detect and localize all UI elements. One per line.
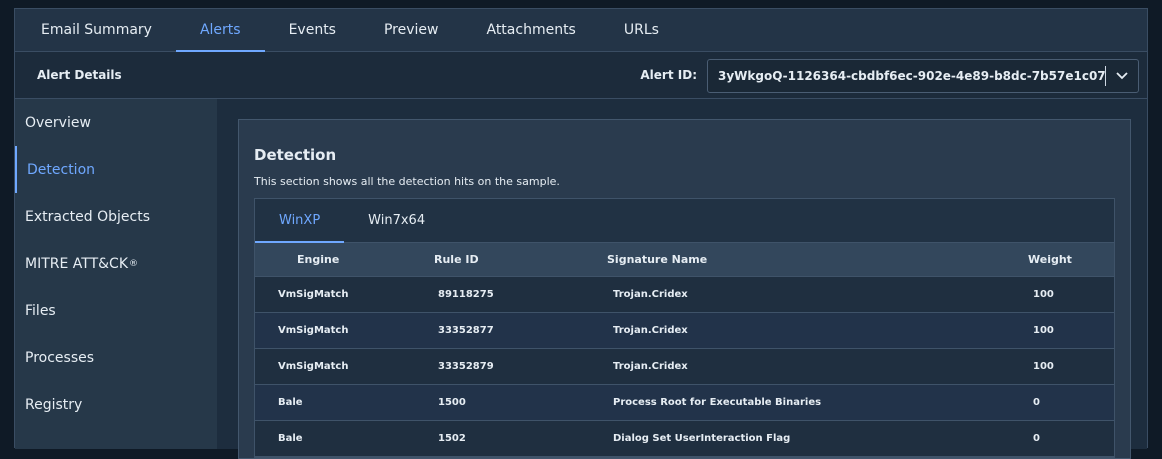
detection-table: Engine Rule ID Signature Name Weight VmS…: [255, 243, 1114, 457]
cell-weight: 100: [1027, 348, 1114, 385]
top-tabs: Email Summary Alerts Events Preview Atta…: [15, 9, 1147, 52]
table-row[interactable]: Bale 1502 Dialog Set UserInteraction Fla…: [255, 420, 1114, 457]
sidebar-item-files[interactable]: Files: [15, 287, 217, 334]
cell-rule-id: 33352879: [428, 348, 599, 385]
sidebar-item-registry[interactable]: Registry: [15, 381, 217, 428]
cell-signature-name: Trojan.Cridex: [599, 312, 1027, 349]
tab-preview[interactable]: Preview: [360, 9, 463, 51]
tab-urls[interactable]: URLs: [600, 9, 683, 51]
alert-id-label: Alert ID:: [640, 68, 697, 82]
sidebar-item-overview[interactable]: Overview: [15, 99, 217, 146]
chevron-down-icon[interactable]: [1106, 72, 1138, 80]
sidebar-item-detection[interactable]: Detection: [15, 146, 217, 193]
tab-email-summary[interactable]: Email Summary: [17, 9, 176, 51]
sidebar-item-label: Detection: [27, 161, 96, 178]
sidebar-item-mitre-attack[interactable]: MITRE ATT&CK ®: [15, 240, 217, 287]
tab-winxp[interactable]: WinXP: [255, 199, 345, 243]
detection-results: WinXP Win7x64 Engine Rule ID Signature N…: [254, 198, 1115, 458]
cell-signature-name: Dialog Set UserInteraction Flag: [599, 420, 1027, 457]
alert-id-value: 3yWkgoQ-1126364-cbdbf6ec-902e-4e89-b8dc-…: [718, 69, 1105, 83]
cell-engine: Bale: [255, 384, 428, 421]
table-row[interactable]: VmSigMatch 33352879 Trojan.Cridex 100: [255, 348, 1114, 385]
cell-rule-id: 1500: [428, 384, 599, 421]
registered-mark: ®: [129, 258, 139, 269]
sidebar: Overview Detection Extracted Objects MIT…: [15, 99, 217, 449]
cell-weight: 0: [1027, 384, 1114, 421]
cell-signature-name: Trojan.Cridex: [599, 348, 1027, 385]
sidebar-item-label: Extracted Objects: [25, 208, 150, 225]
cell-rule-id: 33352877: [428, 312, 599, 349]
tab-events[interactable]: Events: [265, 9, 360, 51]
cell-signature-name: Trojan.Cridex: [599, 276, 1027, 313]
cell-engine: VmSigMatch: [255, 312, 428, 349]
cell-rule-id: 1502: [428, 420, 599, 457]
panel-description: This section shows all the detection hit…: [254, 175, 560, 188]
cell-engine: Bale: [255, 420, 428, 457]
alert-id-select[interactable]: 3yWkgoQ-1126364-cbdbf6ec-902e-4e89-b8dc-…: [707, 59, 1139, 93]
cell-weight: 100: [1027, 276, 1114, 313]
cell-engine: VmSigMatch: [255, 276, 428, 313]
sidebar-item-extracted-objects[interactable]: Extracted Objects: [15, 193, 217, 240]
cell-weight: 100: [1027, 312, 1114, 349]
sidebar-item-label: Files: [25, 302, 56, 319]
detection-panel: Detection This section shows all the det…: [238, 119, 1131, 459]
column-header-engine[interactable]: Engine: [255, 243, 428, 277]
cell-engine: VmSigMatch: [255, 348, 428, 385]
sidebar-item-label: Registry: [25, 396, 83, 413]
column-header-weight[interactable]: Weight: [1027, 243, 1114, 277]
sidebar-item-label: MITRE ATT&CK: [25, 255, 129, 272]
sidebar-item-label: Processes: [25, 349, 95, 366]
tab-attachments[interactable]: Attachments: [462, 9, 599, 51]
sidebar-item-label: Overview: [25, 114, 91, 131]
tab-alerts[interactable]: Alerts: [175, 9, 265, 52]
table-row[interactable]: Bale 1500 Process Root for Executable Bi…: [255, 384, 1114, 421]
table-row[interactable]: VmSigMatch 89118275 Trojan.Cridex 100: [255, 276, 1114, 313]
panel-title: Detection: [254, 146, 337, 164]
cell-rule-id: 89118275: [428, 276, 599, 313]
column-header-signature-name[interactable]: Signature Name: [599, 243, 1027, 277]
cell-signature-name: Process Root for Executable Binaries: [599, 384, 1027, 421]
os-tabs: WinXP Win7x64: [255, 199, 1114, 243]
app-frame: Email Summary Alerts Events Preview Atta…: [14, 8, 1148, 459]
cell-weight: 0: [1027, 420, 1114, 457]
alert-details-bar: Alert Details Alert ID: 3yWkgoQ-1126364-…: [15, 52, 1147, 99]
sidebar-item-processes[interactable]: Processes: [15, 334, 217, 381]
table-row[interactable]: VmSigMatch 33352877 Trojan.Cridex 100: [255, 312, 1114, 349]
main-content: Detection This section shows all the det…: [217, 99, 1147, 459]
column-header-rule-id[interactable]: Rule ID: [428, 243, 599, 277]
tab-win7x64[interactable]: Win7x64: [344, 199, 449, 242]
table-header-row: Engine Rule ID Signature Name Weight: [255, 243, 1114, 277]
alert-details-title: Alert Details: [37, 68, 122, 82]
